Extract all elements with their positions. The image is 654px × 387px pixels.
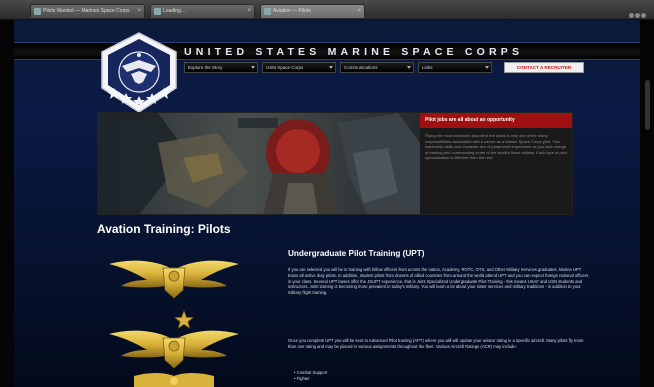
chevron-down-icon (329, 66, 333, 69)
corps-emblem-logo[interactable] (96, 30, 182, 116)
nav-links[interactable]: Links (418, 62, 492, 73)
chevron-down-icon (251, 66, 255, 69)
hero-banner: Pilot jobs are all about an opportunity … (97, 112, 573, 215)
site-title: UNITED STATES MARINE SPACE CORPS (184, 46, 524, 58)
nav-label: USM Space Corps (266, 65, 304, 70)
article-title: Undergraduate Pilot Training (UPT) (288, 249, 425, 258)
nav-explore-story[interactable]: Explore the Story (184, 62, 258, 73)
pilot-wings-badge (109, 260, 239, 299)
list-item: Fighter (294, 376, 494, 382)
window-edge-left (0, 20, 14, 387)
armored-soldier-image (98, 113, 420, 214)
article-paragraph: If you are selected you will be in train… (288, 267, 589, 296)
command-pilot-wings-badge (134, 373, 214, 387)
nav-label: Links (422, 65, 433, 70)
nav-label: Communications (344, 65, 378, 70)
hero-panel-title: Pilot jobs are all about an opportunity (420, 113, 572, 128)
browser-tab-3[interactable]: Aviation — Pilots × (260, 4, 365, 18)
browser-tab-bar: Pilots Wanted — Marines Space Corps × Lo… (0, 0, 654, 20)
close-tab-icon[interactable]: × (357, 5, 361, 18)
scrollbar-thumb[interactable] (645, 80, 650, 130)
chevron-down-icon (485, 66, 489, 69)
hero-panel-text: Flying the most advanced aircraft in the… (425, 133, 567, 161)
window-edge-right (640, 20, 654, 387)
browser-tab-2[interactable]: Loading… × (150, 4, 255, 18)
article-paragraph: Once you complete UPT you will be sent t… (288, 338, 584, 349)
favicon-icon (154, 8, 161, 15)
nav-space-corps[interactable]: USM Space Corps (262, 62, 336, 73)
nav-communications[interactable]: Communications (340, 62, 414, 73)
web-page: UNITED STATES MARINE SPACE CORPS Explore… (14, 20, 640, 387)
close-tab-icon[interactable]: × (247, 5, 251, 18)
window-controls[interactable] (628, 5, 648, 18)
favicon-icon (34, 8, 41, 15)
tab-title: Loading… (163, 8, 186, 14)
nav-label: Explore the Story (188, 65, 223, 70)
close-tab-icon[interactable]: × (137, 5, 141, 18)
favicon-icon (264, 8, 271, 15)
hero-info-panel: Pilot jobs are all about an opportunity … (420, 113, 572, 214)
tab-title: Aviation — Pilots (273, 8, 311, 14)
page-title: Avation Training: Pilots (97, 222, 231, 236)
chevron-down-icon (407, 66, 411, 69)
browser-tab-1[interactable]: Pilots Wanted — Marines Space Corps × (30, 4, 145, 18)
tab-title: Pilots Wanted — Marines Space Corps (43, 8, 130, 14)
aircraft-ratings-list: Combat Support Fighter (294, 370, 494, 387)
contact-recruiter-button[interactable]: CONTACT A RECRUITER (504, 62, 584, 73)
senior-pilot-wings-badge (109, 330, 239, 369)
